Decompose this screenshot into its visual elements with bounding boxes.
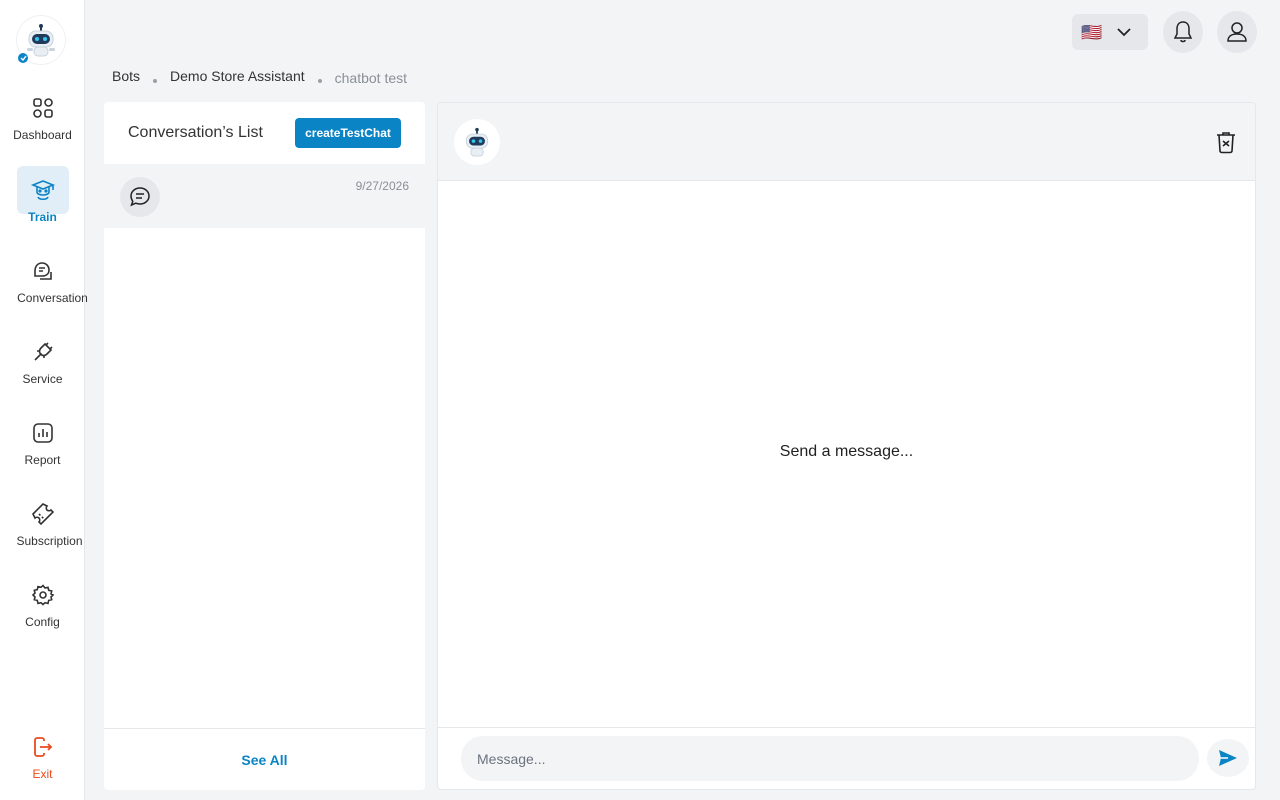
sidebar-item-subscription[interactable]: Subscription <box>0 490 85 560</box>
gear-icon <box>17 571 69 619</box>
sidebar: Dashboard Train Conversation Service Rep… <box>0 0 88 800</box>
sidebar-item-report[interactable]: Report <box>0 409 85 479</box>
us-flag-icon: 🇺🇸 <box>1081 22 1103 42</box>
sidebar-item-label: Service <box>22 372 63 386</box>
chat-panel: Send a message... <box>437 102 1256 790</box>
report-icon <box>17 409 69 457</box>
sidebar-item-dashboard[interactable]: Dashboard <box>0 84 85 154</box>
bot-avatar <box>454 119 500 165</box>
user-icon <box>1227 22 1247 42</box>
exit-label: Exit <box>32 767 53 781</box>
sidebar-item-config[interactable]: Config <box>0 571 85 641</box>
breadcrumb-current: chatbot test <box>334 70 408 86</box>
bot-logo[interactable] <box>17 16 65 64</box>
sidebar-item-service[interactable]: Service <box>0 328 85 398</box>
sidebar-item-label: Train <box>28 210 57 224</box>
chevron-down-icon <box>1117 28 1131 37</box>
plug-icon <box>17 328 69 376</box>
sidebar-item-train[interactable]: Train <box>0 166 85 236</box>
message-input[interactable] <box>461 736 1199 781</box>
language-selector[interactable]: 🇺🇸 <box>1072 14 1148 50</box>
exit-button[interactable]: Exit <box>0 723 85 793</box>
sidebar-item-label: Subscription <box>16 534 83 548</box>
profile-button[interactable] <box>1217 11 1257 53</box>
conversation-list-title: Conversation’s List <box>128 124 263 141</box>
delete-chat-button[interactable] <box>1213 128 1239 156</box>
sidebar-item-label: Conversation <box>17 291 88 305</box>
conversation-list-panel: Conversation’s List createTestChat 9/27/… <box>104 102 425 790</box>
verified-check-icon <box>17 52 29 64</box>
chat-bubble-icon <box>120 177 160 217</box>
breadcrumb-bots[interactable]: Bots <box>112 68 140 84</box>
see-all-bar: See All <box>104 728 425 790</box>
ticket-icon <box>17 490 69 538</box>
dashboard-icon <box>17 84 69 132</box>
chat-header <box>438 103 1255 181</box>
breadcrumb-bot-name[interactable]: Demo Store Assistant <box>170 68 305 84</box>
create-test-chat-button[interactable]: createTestChat <box>295 118 401 148</box>
notifications-button[interactable] <box>1163 11 1203 53</box>
sidebar-item-conversation[interactable]: Conversation <box>0 247 88 317</box>
trash-icon <box>1217 132 1235 154</box>
bell-icon <box>1173 21 1193 43</box>
breadcrumb-separator <box>317 79 322 83</box>
conversation-icon <box>17 247 69 295</box>
robot-avatar-icon <box>465 127 489 157</box>
empty-chat-message: Send a message... <box>779 443 914 460</box>
sidebar-item-label: Config <box>25 615 60 629</box>
conversation-date: 9/27/2026 <box>355 179 409 193</box>
message-bar <box>438 727 1255 789</box>
see-all-link[interactable]: See All <box>241 752 287 768</box>
robot-logo-icon <box>27 24 55 57</box>
sidebar-item-label: Dashboard <box>13 128 72 142</box>
train-icon <box>16 166 69 214</box>
conversation-list-item[interactable]: 9/27/2026 <box>104 164 425 228</box>
send-button[interactable] <box>1207 739 1249 777</box>
breadcrumb: Bots Demo Store Assistant chatbot test <box>112 68 407 86</box>
send-icon <box>1219 750 1237 766</box>
sidebar-item-label: Report <box>24 453 61 467</box>
logout-icon <box>17 723 69 771</box>
breadcrumb-separator <box>153 79 158 83</box>
